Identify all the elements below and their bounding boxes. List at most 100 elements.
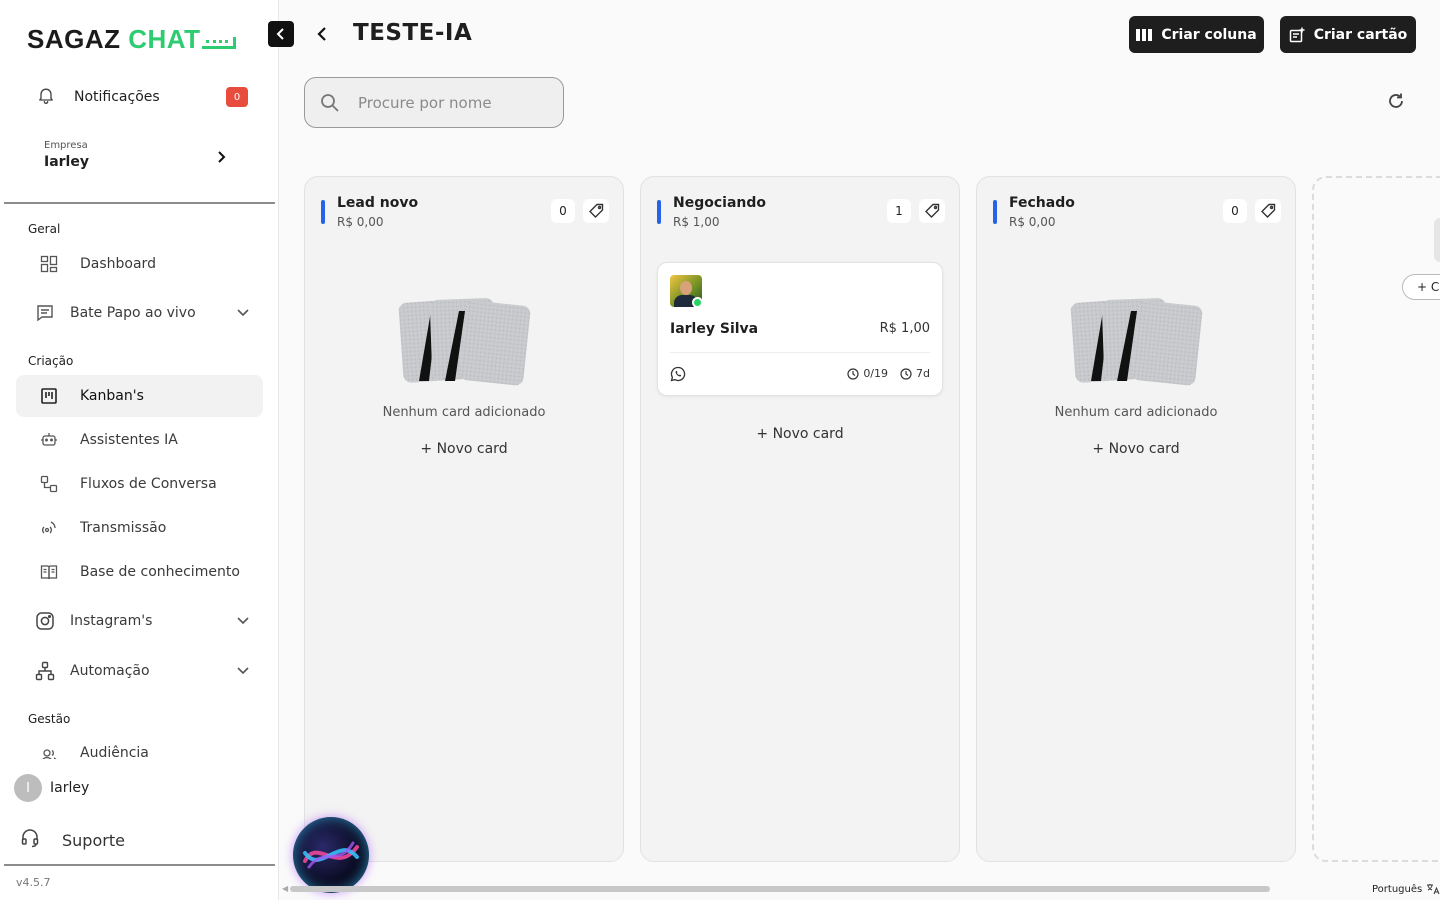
support-button[interactable]: Suporte [20, 828, 125, 852]
chevron-down-icon [237, 614, 249, 628]
sidebar-item-label: Fluxos de Conversa [80, 476, 217, 492]
tag-button[interactable] [919, 199, 945, 223]
horizontal-scrollbar[interactable] [290, 886, 1270, 892]
avatar: I [14, 774, 42, 802]
column-card-count: 0 [1223, 199, 1247, 223]
sidebar-item-label: Dashboard [80, 256, 156, 272]
chevron-left-icon [317, 27, 326, 41]
sidebar-item-audiencia[interactable]: Audiência [16, 733, 263, 759]
add-column-placeholder: + Cr [1312, 176, 1440, 862]
robot-icon [38, 429, 60, 451]
user-name: Iarley [50, 780, 90, 796]
tag-button[interactable] [1255, 199, 1281, 223]
kanban-card[interactable]: Iarley Silva R$ 1,00 0/19 7d [657, 262, 943, 396]
card-contact-name: Iarley Silva [670, 321, 759, 337]
sidebar-item-assistentes[interactable]: Assistentes IA [16, 419, 263, 461]
support-label: Suporte [62, 830, 125, 850]
sidebar-item-label: Transmissão [80, 520, 167, 536]
chat-icon [34, 302, 56, 324]
add-note-icon [1289, 27, 1305, 43]
tag-icon [589, 203, 604, 218]
translate-icon [1427, 884, 1440, 895]
refresh-icon [1389, 93, 1403, 108]
new-card-button[interactable]: + Novo card [305, 441, 623, 457]
column-total-value: R$ 0,00 [337, 215, 384, 229]
back-button[interactable] [310, 22, 334, 46]
create-card-button[interactable]: Criar cartão [1280, 16, 1416, 53]
user-profile[interactable]: I Iarley [14, 774, 89, 802]
dashboard-icon [38, 253, 60, 275]
brand-part1: SAGAZ [27, 24, 121, 54]
sidebar-item-automacao[interactable]: Automação [16, 650, 263, 692]
notifications-label: Notificações [74, 89, 160, 105]
card-divider [670, 352, 930, 353]
company-selector[interactable]: Empresa Iarley [44, 140, 234, 170]
sidebar-divider [4, 202, 275, 204]
brand-part2: CHAT [128, 24, 201, 54]
sidebar-item-label: Audiência [80, 745, 149, 759]
tag-icon [1261, 203, 1276, 218]
chevron-down-icon [237, 306, 249, 320]
new-card-button[interactable]: + Novo card [641, 426, 959, 442]
search-input[interactable] [358, 93, 548, 112]
notifications-item[interactable]: Notificações 0 [36, 84, 248, 110]
empty-message: Nenhum card adicionado [382, 405, 546, 420]
section-title-geral: Geral [28, 222, 61, 236]
create-column-button[interactable]: Criar coluna [1129, 16, 1264, 53]
app-version: v4.5.7 [16, 876, 51, 889]
instagram-icon [34, 610, 56, 632]
ai-assistant-orb[interactable] [293, 817, 369, 893]
placeholder-illustration [1434, 218, 1440, 262]
new-card-button[interactable]: + Novo card [977, 441, 1295, 457]
create-column-ghost-button[interactable]: + Cr [1402, 274, 1440, 300]
whatsapp-badge-icon [692, 297, 702, 307]
card-value: R$ 1,00 [879, 321, 930, 336]
search-box[interactable] [304, 77, 564, 128]
sidebar-item-label: Assistentes IA [80, 432, 178, 448]
column-card-count: 1 [887, 199, 911, 223]
sidebar-item-label: Base de conhecimento [80, 564, 240, 580]
sidebar-item-bate-papo[interactable]: Bate Papo ao vivo [16, 292, 263, 334]
column-color-bar [657, 200, 661, 224]
column-total-value: R$ 1,00 [673, 215, 720, 229]
column-color-bar [993, 200, 997, 224]
chevron-right-icon [216, 148, 228, 169]
sidebar-item-label: Instagram's [70, 613, 153, 629]
collapse-sidebar-button[interactable] [268, 21, 294, 47]
column-name: Fechado [1009, 195, 1075, 211]
section-title-gestao: Gestão [28, 712, 71, 726]
sidebar-item-fluxos[interactable]: Fluxos de Conversa [16, 463, 263, 505]
kanban-column: Fechado R$ 0,00 0 Nenhum card adicionado… [976, 176, 1296, 862]
page-title: TESTE-IA [353, 20, 473, 46]
audience-icon [38, 745, 60, 759]
column-name: Lead novo [337, 195, 419, 211]
refresh-button[interactable] [1385, 90, 1407, 112]
brand-dots-icon [201, 37, 236, 49]
sidebar-item-dashboard[interactable]: Dashboard [16, 243, 263, 285]
create-column-label: Criar coluna [1161, 26, 1257, 43]
kanban-column: Lead novo R$ 0,00 0 Nenhum card adiciona… [304, 176, 624, 862]
scroll-left-arrow-icon[interactable]: ◀ [282, 884, 288, 893]
chevron-left-icon [276, 28, 284, 40]
sidebar-item-transmissao[interactable]: Transmissão [16, 507, 263, 549]
sidebar-item-label: Kanban's [80, 388, 144, 404]
sidebar-item-base[interactable]: Base de conhecimento [16, 551, 263, 593]
notifications-badge: 0 [226, 87, 248, 107]
sidebar-item-instagram[interactable]: Instagram's [16, 600, 263, 642]
card-age: 7d [900, 367, 930, 380]
sidebar-item-kanbans[interactable]: Kanban's [16, 375, 263, 417]
sidebar: SAGAZ CHAT Notificações 0 Empresa Iarley… [0, 0, 279, 900]
headset-icon [20, 828, 40, 852]
language-selector[interactable]: Português [1372, 883, 1440, 895]
columns-icon [1136, 28, 1153, 42]
company-caption: Empresa [44, 140, 88, 151]
tag-button[interactable] [583, 199, 609, 223]
empty-state: Nenhum card adicionado [305, 297, 623, 420]
sidebar-item-label: Automação [70, 663, 150, 679]
automation-icon [34, 660, 56, 682]
whatsapp-icon [670, 366, 686, 382]
flow-icon [38, 473, 60, 495]
brand-logo[interactable]: SAGAZ CHAT [27, 24, 236, 55]
book-icon [38, 561, 60, 583]
card-meta: 0/19 7d [835, 367, 930, 380]
